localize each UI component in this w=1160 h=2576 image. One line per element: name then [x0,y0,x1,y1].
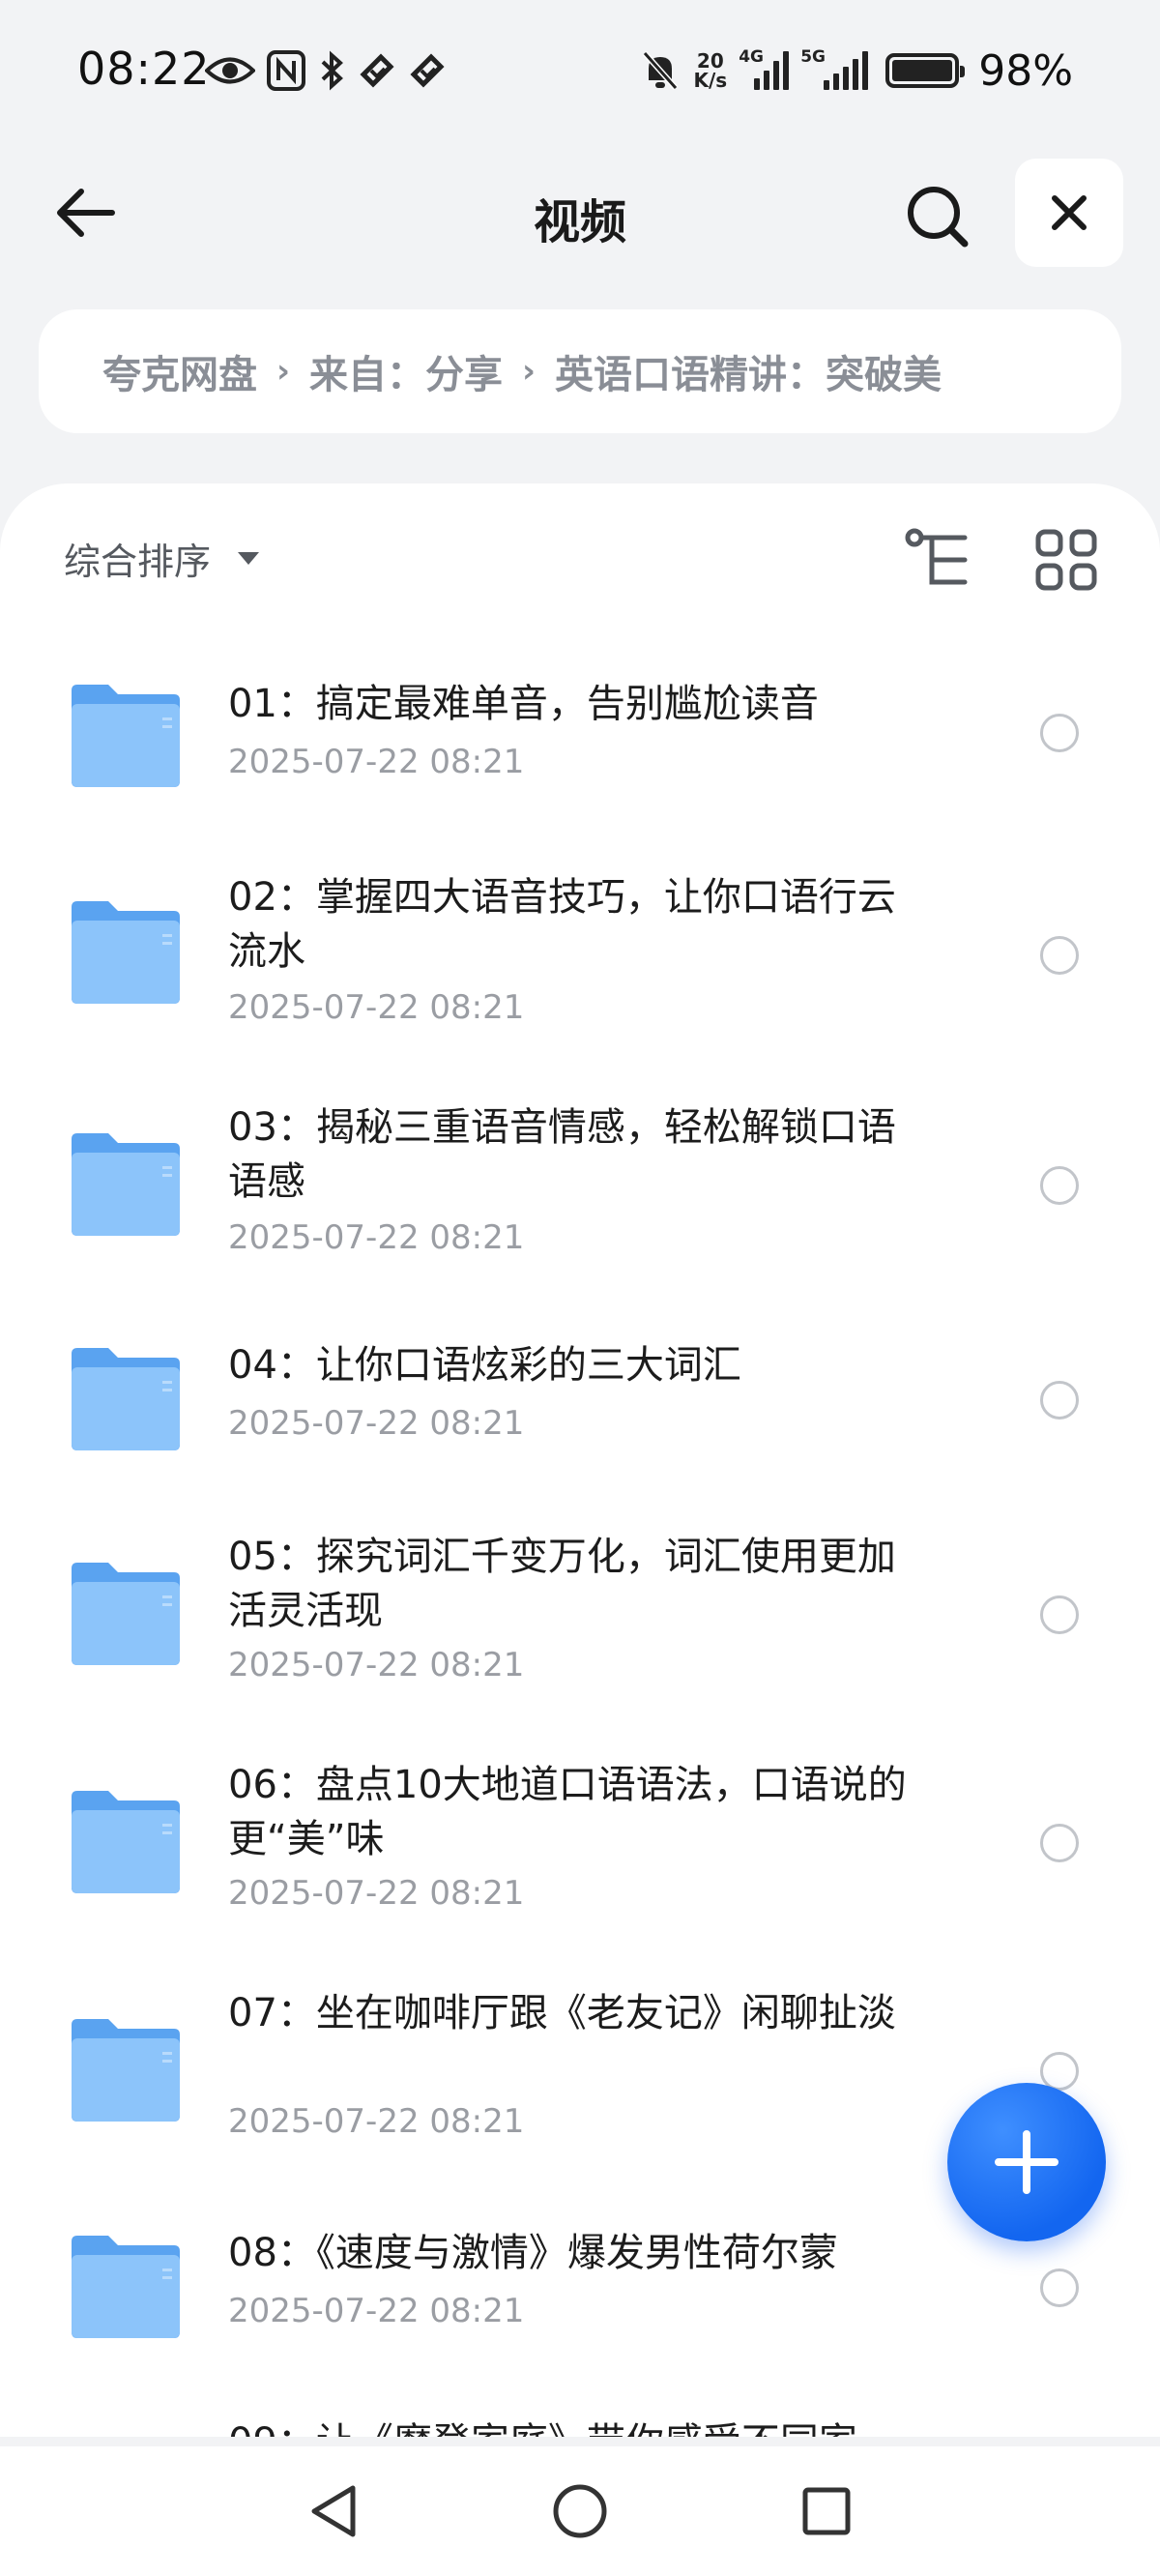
grid-view-button[interactable] [1034,528,1098,592]
folder-icon [72,1791,180,1893]
circle-home-icon [553,2484,607,2538]
mute-bell-icon [643,51,679,90]
file-name: 02：掌握四大语音技巧，让你口语行云流水 [228,875,896,974]
status-icons-right: 20 K/s 4G 5G 98% [641,45,1073,96]
folder-icon [72,901,180,1004]
file-date: 2025-07-22 08:21 [228,1218,525,1257]
breadcrumb-item-folder[interactable]: 英语口语精讲：突破美 [555,343,942,399]
list-item[interactable]: 06：盘点10大地道口语语法，口语说的更“美”味 2025-07-22 08:2… [0,1733,1160,1961]
signal-5g-label: 5G [800,47,826,67]
file-date: 2025-07-22 08:21 [228,1404,525,1443]
system-nav-bar [0,2446,1160,2576]
select-radio[interactable] [1040,714,1079,752]
status-bar: 08:22 20 K/s 4G 5G 98% [0,0,1160,145]
folder-icon [72,1348,180,1450]
sort-toolbar: 综合排序 [0,483,1160,638]
search-button[interactable] [899,178,976,255]
file-date: 2025-07-22 08:21 [228,988,525,1027]
top-app-bar: 视频 [0,155,1160,271]
square-recents-icon [802,2487,851,2535]
breadcrumb-item-root[interactable]: 夸克网盘 [102,343,257,399]
tree-view-button[interactable] [905,526,972,594]
list-item[interactable]: 02：掌握四大语音技巧，让你口语行云流水 2025-07-22 08:21 [0,849,1160,1077]
breadcrumb-chevron-icon: › [276,352,291,391]
file-date: 2025-07-22 08:21 [228,2102,525,2141]
file-name: 08：《速度与激情》爆发男性荷尔蒙 [228,2231,838,2275]
file-date: 2025-07-22 08:21 [228,2292,525,2330]
eye-icon [205,57,255,84]
link-icon [360,53,394,88]
breadcrumb-chevron-icon: › [522,352,536,391]
grid-view-icon [1035,529,1097,591]
net-speed: 20 K/s [693,51,727,90]
net-speed-value: 20 [696,49,724,73]
nav-home-button[interactable] [536,2468,624,2555]
triangle-back-icon [311,2485,356,2537]
list-item[interactable]: 03：揭秘三重语音情感，轻松解锁口语语感 2025-07-22 08:21 [0,1077,1160,1290]
breadcrumb: 夸克网盘 › 来自：分享 › 英语口语精讲：突破美 [39,309,1121,433]
file-date: 2025-07-22 08:21 [228,1646,525,1684]
search-icon [908,187,969,248]
folder-icon [72,1133,180,1236]
select-radio[interactable] [1040,1824,1079,1862]
tree-view-icon [905,528,968,585]
file-name: 01：搞定最难单音，告别尴尬读音 [228,682,819,726]
add-button[interactable] [947,2083,1106,2241]
list-item[interactable]: 05：探究词汇千变万化，词汇使用更加活灵活现 2025-07-22 08:21 [0,1505,1160,1733]
list-item[interactable]: 04：让你口语炫彩的三大词汇 2025-07-22 08:21 [0,1290,1160,1505]
signal-4g-label: 4G [739,47,764,67]
folder-icon [68,2433,184,2437]
folder-icon [72,2236,180,2338]
sort-label: 综合排序 [64,541,212,583]
select-radio[interactable] [1040,1166,1079,1205]
folder-icon [72,2019,180,2122]
file-name: 03：揭秘三重语音情感，轻松解锁口语语感 [228,1105,896,1204]
sort-dropdown[interactable]: 综合排序 [64,532,260,585]
file-name: 04：让你口语炫彩的三大词汇 [228,1343,741,1388]
select-radio[interactable] [1040,1595,1079,1634]
battery-percent: 98% [978,45,1073,96]
select-radio[interactable] [1040,1381,1079,1420]
battery-icon [885,53,966,88]
signal-4g-icon: 4G [739,47,790,90]
nfc-icon [267,50,305,91]
page-title: 视频 [533,195,626,249]
caret-down-icon [238,552,260,565]
close-icon [1052,195,1087,230]
nav-back-button[interactable] [290,2468,377,2555]
plus-icon [995,2130,1058,2194]
file-name: 06：盘点10大地道口语语法，口语说的更“美”味 [228,1763,907,1861]
folder-icon [72,1563,180,1665]
net-speed-unit: K/s [693,69,728,92]
status-time: 08:22 [77,43,211,95]
file-name: 05：探究词汇千变万化，词汇使用更加活灵活现 [228,1535,896,1633]
select-radio[interactable] [1040,936,1079,975]
status-icons-left [205,48,447,93]
link-icon-2 [410,53,445,88]
signal-5g-icon: 5G [800,47,872,90]
file-name: 09：让《摩登家庭》带你感受不同家 [228,2415,924,2437]
bluetooth-icon [321,50,343,91]
select-radio[interactable] [1040,2269,1079,2307]
nav-recents-button[interactable] [783,2468,870,2555]
file-date: 2025-07-22 08:21 [228,743,525,781]
file-date: 2025-07-22 08:21 [228,1874,525,1913]
list-item[interactable]: 09：让《摩登家庭》带你感受不同家 [0,2390,1160,2437]
file-name: 07：坐在咖啡厅跟《老友记》闲聊扯淡 [228,1991,896,2035]
close-button[interactable] [1015,159,1123,267]
breadcrumb-item-share[interactable]: 来自：分享 [309,343,503,399]
list-item[interactable]: 01：搞定最难单音，告别尴尬读音 2025-07-22 08:21 [0,638,1160,849]
folder-icon [72,685,180,787]
